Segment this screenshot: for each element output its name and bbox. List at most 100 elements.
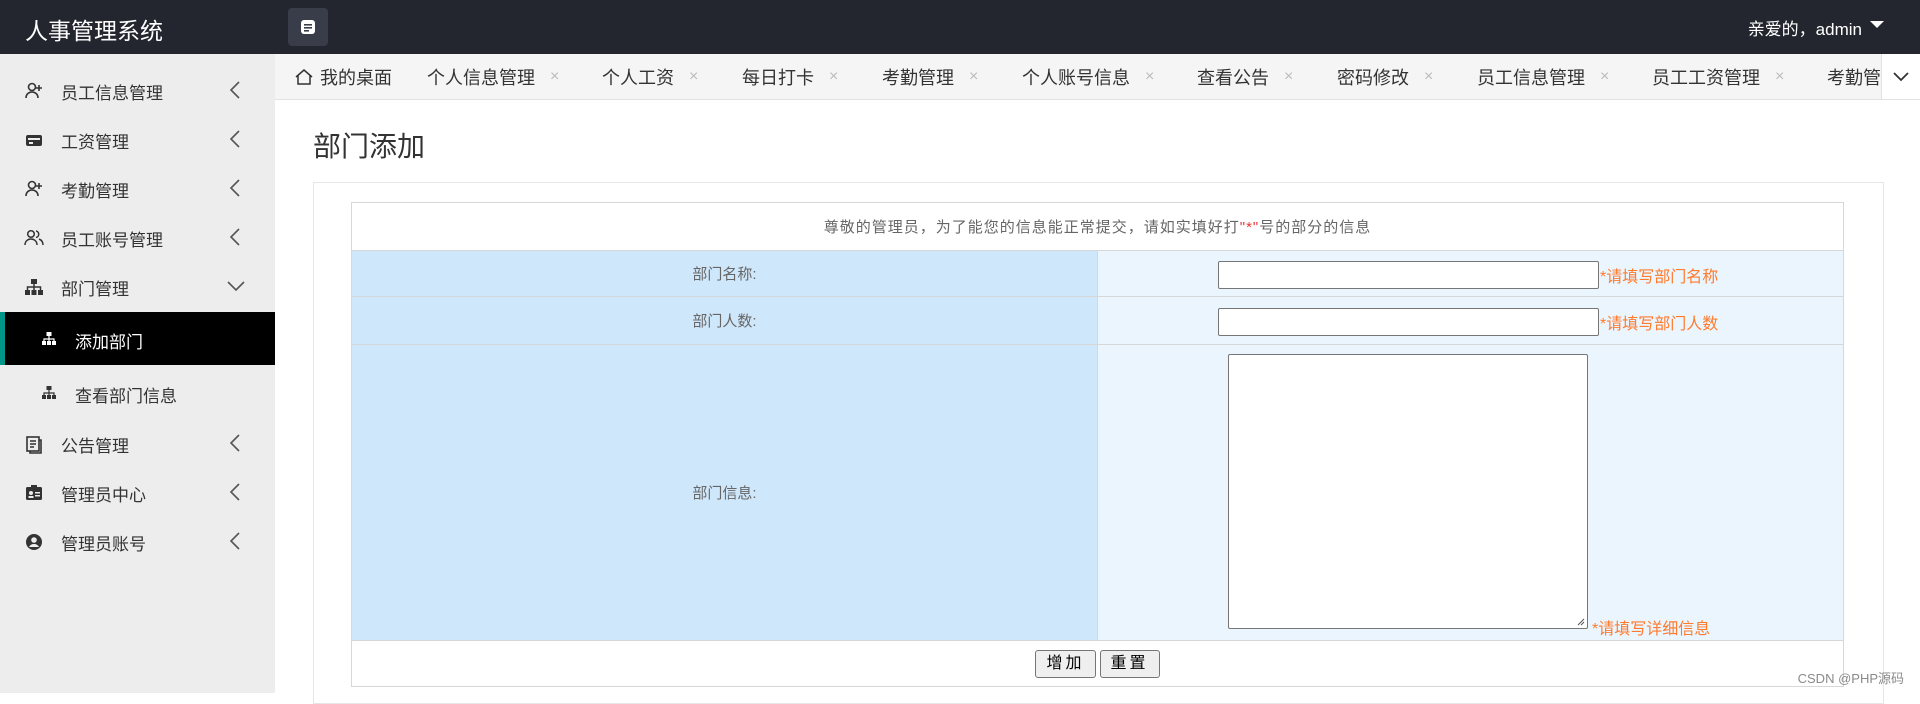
sidebar-item-employee-accounts[interactable]: 员工账号管理	[0, 213, 275, 262]
close-icon[interactable]: ×	[1600, 68, 1609, 86]
sidebar-item-label: 员工账号管理	[61, 231, 163, 250]
department-count-input[interactable]	[1218, 308, 1599, 336]
sidebar-item-notices[interactable]: 公告管理	[0, 419, 275, 468]
close-icon[interactable]: ×	[1145, 68, 1154, 86]
form-notice: 尊敬的管理员，为了能您的信息能正常提交，请如实填好打"*"号的部分的信息	[351, 202, 1844, 251]
tab-label: 员工信息管理	[1477, 67, 1585, 88]
tab-my-desktop[interactable]: 我的桌面	[294, 54, 392, 99]
tab-employee-info[interactable]: 员工信息管理 ×	[1477, 54, 1609, 99]
sidebar-item-label: 公告管理	[61, 437, 129, 456]
name-hint: *请填写部门名称	[1600, 269, 1719, 286]
menu-toggle-button[interactable]	[288, 8, 328, 46]
user-menu[interactable]: 亲爱的，admin	[1748, 15, 1884, 40]
count-label: 部门人数:	[351, 296, 1098, 345]
sidebar-item-employee-info[interactable]: 员工信息管理	[0, 66, 275, 115]
tab-label: 考勤管	[1827, 67, 1881, 88]
chevron-left-icon	[229, 483, 240, 501]
tab-label: 查看公告	[1197, 67, 1269, 88]
close-icon[interactable]: ×	[1775, 68, 1784, 86]
tab-dropdown-button[interactable]	[1881, 54, 1920, 99]
tab-label: 个人账号信息	[1022, 67, 1130, 88]
sidebar-item-department[interactable]: 部门管理	[0, 262, 275, 311]
tab-attendance-overflow[interactable]: 考勤管	[1827, 54, 1881, 99]
sidebar-item-label: 管理员账号	[61, 535, 146, 554]
close-icon[interactable]: ×	[829, 68, 838, 86]
user-circle-icon	[26, 534, 42, 550]
close-icon[interactable]: ×	[550, 68, 559, 86]
chevron-left-icon	[229, 179, 240, 197]
add-button[interactable]: 增加	[1035, 649, 1096, 678]
count-hint: *请填写部门人数	[1600, 316, 1719, 333]
wallet-icon	[26, 135, 42, 146]
tab-label: 密码修改	[1337, 67, 1409, 88]
tab-view-notices[interactable]: 查看公告 ×	[1197, 54, 1293, 99]
tab-label: 个人信息管理	[427, 67, 535, 88]
top-navbar: 人事管理系统 亲爱的，admin	[0, 0, 1920, 54]
sidebar-item-label: 员工信息管理	[61, 84, 163, 103]
sidebar-item-label: 添加部门	[75, 333, 143, 352]
sidebar-item-admin-account[interactable]: 管理员账号	[0, 517, 275, 566]
notice-star: "*"	[1239, 219, 1260, 236]
sidebar-item-admin-center[interactable]: 管理员中心	[0, 468, 275, 517]
notice-text: 尊敬的管理员，为了能您的信息能正常提交，请如实填好打	[823, 219, 1240, 236]
name-cell: *请填写部门名称	[1097, 250, 1844, 297]
sidebar-item-view-departments[interactable]: 查看部门信息	[0, 366, 275, 419]
notice-text-suffix: 号的部分的信息	[1259, 219, 1372, 236]
note-icon	[301, 20, 315, 34]
sitemap-icon	[42, 386, 56, 399]
tab-employee-salary[interactable]: 员工工资管理 ×	[1652, 54, 1784, 99]
sidebar-item-label: 部门管理	[61, 280, 129, 299]
tab-label: 考勤管理	[882, 67, 954, 88]
chevron-left-icon	[229, 81, 240, 99]
page-title: 部门添加	[313, 131, 426, 162]
resize-handle-icon[interactable]	[1575, 616, 1585, 626]
reset-button[interactable]: 重置	[1099, 649, 1160, 678]
tab-label: 个人工资	[602, 67, 674, 88]
tab-personal-salary[interactable]: 个人工资 ×	[602, 54, 698, 99]
user-add-icon	[25, 180, 42, 197]
sitemap-icon	[42, 332, 56, 345]
sidebar-item-attendance[interactable]: 考勤管理	[0, 164, 275, 213]
app-title: 人事管理系统	[25, 18, 163, 44]
chevron-down-icon	[1893, 71, 1909, 81]
sidebar-item-add-department[interactable]: 添加部门	[0, 312, 275, 365]
sidebar-item-label: 考勤管理	[61, 182, 129, 201]
chevron-left-icon	[229, 532, 240, 550]
department-info-textarea[interactable]	[1228, 354, 1588, 629]
close-icon[interactable]: ×	[1424, 68, 1433, 86]
sidebar-item-label: 管理员中心	[61, 486, 146, 505]
info-hint: *请填写详细信息	[1592, 621, 1711, 638]
tab-change-password[interactable]: 密码修改 ×	[1337, 54, 1433, 99]
sidebar-item-label: 查看部门信息	[75, 387, 177, 406]
close-icon[interactable]: ×	[969, 68, 978, 86]
tab-bar: 我的桌面 个人信息管理 × 个人工资 × 每日打卡 × 考勤管理 × 个人账号信息 × 查…	[275, 54, 1920, 100]
sidebar-item-salary[interactable]: 工资管理	[0, 115, 275, 164]
close-icon[interactable]: ×	[1284, 68, 1293, 86]
user-add-icon	[25, 82, 42, 99]
tab-attendance[interactable]: 考勤管理 ×	[882, 54, 978, 99]
count-cell: *请填写部门人数	[1097, 296, 1844, 345]
users-icon	[24, 229, 44, 246]
tab-account-info[interactable]: 个人账号信息 ×	[1022, 54, 1154, 99]
watermark: CSDN @PHP源码	[1797, 671, 1904, 686]
sitemap-icon	[25, 279, 43, 295]
form-actions: 增加 重置	[351, 640, 1844, 687]
info-cell: *请填写详细信息	[1097, 344, 1844, 641]
close-icon[interactable]: ×	[689, 68, 698, 86]
caret-down-icon	[1870, 21, 1884, 28]
info-label: 部门信息:	[351, 344, 1098, 641]
active-indicator	[0, 312, 5, 365]
tab-label: 我的桌面	[320, 67, 392, 88]
tab-personal-info[interactable]: 个人信息管理 ×	[427, 54, 559, 99]
id-card-icon	[26, 485, 42, 500]
department-name-input[interactable]	[1218, 261, 1599, 289]
department-form: 尊敬的管理员，为了能您的信息能正常提交，请如实填好打"*"号的部分的信息 部门名…	[351, 202, 1844, 687]
chevron-left-icon	[229, 434, 240, 452]
chevron-left-icon	[229, 228, 240, 246]
chevron-left-icon	[229, 130, 240, 148]
sidebar-item-label: 工资管理	[61, 133, 129, 152]
tab-label: 员工工资管理	[1652, 67, 1760, 88]
name-label: 部门名称:	[351, 250, 1098, 297]
chevron-down-icon	[227, 281, 245, 292]
tab-daily-checkin[interactable]: 每日打卡 ×	[742, 54, 838, 99]
